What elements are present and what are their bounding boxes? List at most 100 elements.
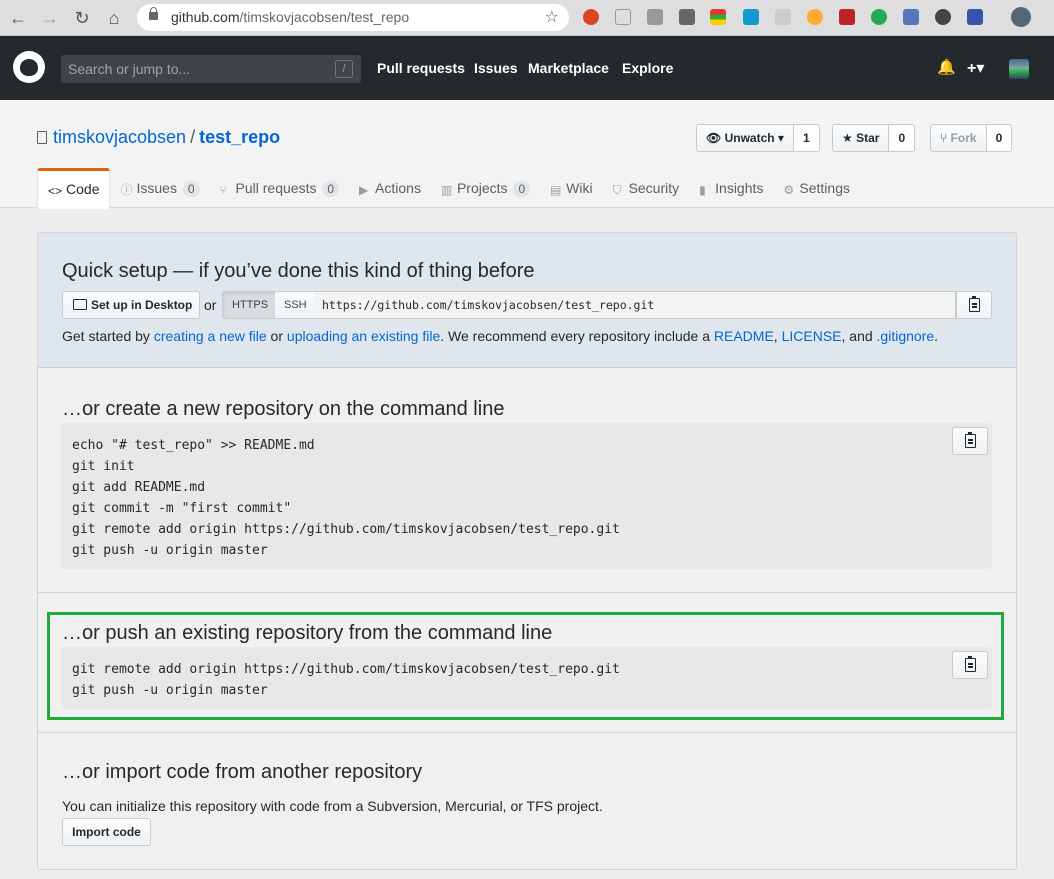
extension-icon[interactable] <box>615 9 631 25</box>
issue-icon: ⓘ <box>120 183 133 197</box>
star-icon: ★ <box>842 131 857 145</box>
code-line: git init <box>72 459 135 474</box>
tab-wiki[interactable]: ▤ Wiki <box>540 168 602 208</box>
tab-counter: 0 <box>182 181 200 197</box>
gitignore-link[interactable]: .gitignore <box>877 328 935 344</box>
extension-icon[interactable] <box>807 9 823 25</box>
unwatch-button[interactable]: 👁 Unwatch ▾ <box>696 124 794 152</box>
tab-projects[interactable]: ▥ Projects 0 <box>431 168 540 208</box>
bookmark-star-icon[interactable]: ☆ <box>545 4 559 31</box>
graph-icon: ▮ <box>699 183 706 197</box>
eye-icon: 👁 <box>706 131 725 145</box>
url-path: /timskovjacobsen/test_repo <box>239 9 410 25</box>
extension-icon[interactable] <box>679 9 695 25</box>
play-icon: ▶ <box>359 183 369 197</box>
star-button[interactable]: ★ Star <box>832 124 890 152</box>
import-title: …or import code from another repository <box>62 761 423 783</box>
tab-actions[interactable]: ▶ Actions <box>349 168 431 208</box>
text: . <box>934 328 939 344</box>
fork-count[interactable]: 0 <box>986 124 1013 152</box>
lock-icon <box>149 7 158 20</box>
quick-setup-title: Quick setup — if you’ve done this kind o… <box>62 260 535 282</box>
book-icon: ▤ <box>550 183 562 197</box>
repo-name-link[interactable]: test_repo <box>199 127 280 147</box>
setup-box: Quick setup — if you’ve done this kind o… <box>37 232 1017 870</box>
https-toggle[interactable]: HTTPS <box>222 291 279 319</box>
gear-icon: ⚙ <box>783 183 795 197</box>
create-new-file-link[interactable]: creating a new file <box>154 328 267 344</box>
readme-link[interactable]: README <box>714 328 774 344</box>
new-repo-section: …or create a new repository on the comma… <box>38 369 1016 593</box>
tab-settings[interactable]: ⚙ Settings <box>773 168 860 208</box>
github-logo-icon[interactable] <box>13 51 45 83</box>
search-placeholder: Search or jump to... <box>68 61 191 77</box>
extension-icon[interactable] <box>647 9 663 25</box>
extension-icon[interactable] <box>839 9 855 25</box>
back-icon[interactable]: ← <box>6 6 30 30</box>
code-line: git add README.md <box>72 480 206 495</box>
nav-issues[interactable]: Issues <box>474 60 518 76</box>
repo-separator: / <box>190 127 196 147</box>
new-repo-code-block: echo "# test_repo" >> README.md git init… <box>62 423 992 569</box>
code-line: git commit -m "first commit" <box>72 501 292 516</box>
nav-marketplace[interactable]: Marketplace <box>528 60 609 76</box>
star-count[interactable]: 0 <box>889 124 916 152</box>
profile-avatar[interactable] <box>1011 7 1031 27</box>
nav-pull-requests[interactable]: Pull requests <box>377 60 465 76</box>
ssh-toggle[interactable]: SSH <box>275 291 317 319</box>
quick-setup-section: Quick setup — if you’ve done this kind o… <box>38 233 1016 368</box>
clone-url-input[interactable]: https://github.com/timskovjacobsen/test_… <box>314 291 956 319</box>
nav-explore[interactable]: Explore <box>622 60 673 76</box>
tab-label: Actions <box>375 180 421 196</box>
setup-desktop-button[interactable]: Set up in Desktop <box>62 291 200 319</box>
fork-button[interactable]: ⑂ Fork <box>930 124 987 152</box>
forward-icon[interactable]: → <box>38 6 62 30</box>
or-text: or <box>204 297 217 313</box>
code-icon: <> <box>48 184 63 198</box>
get-started-text: Get started by creating a new file or up… <box>62 328 938 344</box>
repo-title: timskovjacobsen / test_repo <box>37 127 280 148</box>
extension-icon[interactable] <box>710 9 726 25</box>
user-avatar[interactable] <box>1009 59 1029 79</box>
fork-icon: ⑂ <box>940 131 951 145</box>
tab-insights[interactable]: ▮ Insights <box>689 168 773 208</box>
license-link[interactable]: LICENSE <box>782 328 842 344</box>
extension-icon[interactable] <box>871 9 887 25</box>
import-code-button[interactable]: Import code <box>62 818 151 846</box>
watch-count[interactable]: 1 <box>793 124 820 152</box>
extension-icon[interactable] <box>743 9 759 25</box>
create-new-dropdown[interactable]: +▾ <box>967 58 984 78</box>
desktop-icon <box>73 299 87 310</box>
clipboard-icon <box>965 432 976 448</box>
tab-issues[interactable]: ⓘ Issues 0 <box>110 168 209 208</box>
tab-pull-requests[interactable]: ⑂ Pull requests 0 <box>210 168 350 208</box>
repo-owner-link[interactable]: timskovjacobsen <box>53 127 186 147</box>
copy-url-button[interactable] <box>956 291 992 319</box>
copy-commands-button[interactable] <box>952 427 988 455</box>
url-host: github.com <box>171 9 240 25</box>
tab-security[interactable]: ⛉ Security <box>603 168 690 208</box>
home-icon[interactable]: ⌂ <box>102 6 126 30</box>
address-bar[interactable]: github.com/timskovjacobsen/test_repo ☆ <box>137 4 569 31</box>
extension-icon[interactable] <box>935 9 951 25</box>
extension-icon[interactable] <box>775 9 791 25</box>
highlight-box <box>47 612 1004 720</box>
project-icon: ▥ <box>440 183 453 197</box>
tab-label: Projects <box>456 180 508 196</box>
extension-icon[interactable] <box>903 9 919 25</box>
star-group: ★ Star 0 <box>832 124 916 152</box>
extension-icon[interactable] <box>583 9 599 25</box>
bell-icon[interactable]: 🔔 <box>937 58 956 76</box>
search-input[interactable]: Search or jump to... / <box>61 55 361 83</box>
repo-icon <box>37 131 47 144</box>
star-label: Star <box>856 131 880 145</box>
upload-file-link[interactable]: uploading an existing file <box>287 328 440 344</box>
github-header: Search or jump to... / Pull requests Iss… <box>0 36 1054 100</box>
tab-code[interactable]: <> Code <box>37 168 111 209</box>
extension-icon[interactable] <box>967 9 983 25</box>
unwatch-label: Unwatch ▾ <box>724 131 784 145</box>
tab-counter: 0 <box>322 181 340 197</box>
code-line: git push -u origin master <box>72 543 268 558</box>
reload-icon[interactable]: ↻ <box>70 6 94 30</box>
tab-label: Settings <box>799 180 850 196</box>
